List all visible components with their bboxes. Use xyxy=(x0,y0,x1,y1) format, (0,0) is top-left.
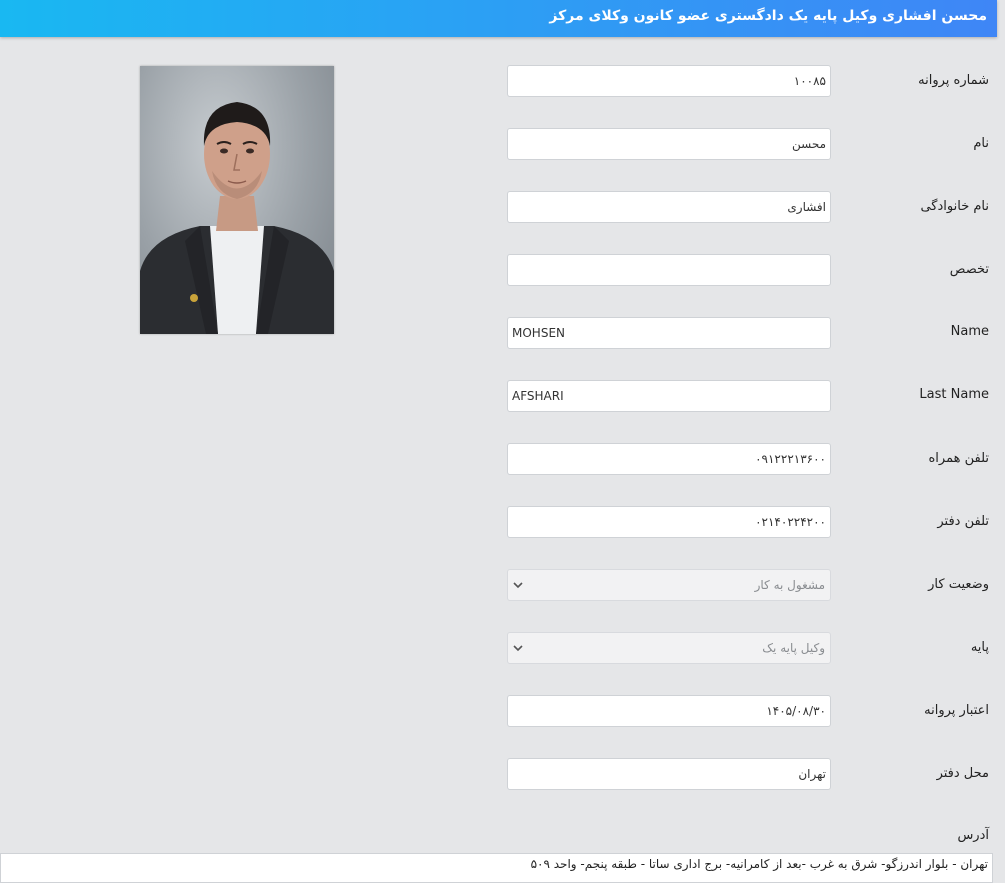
label-work-status: وضعیت کار xyxy=(928,577,989,592)
page-header: محسن افشاری وکیل پایه یک دادگستری عضو کا… xyxy=(0,0,997,37)
chevron-down-icon xyxy=(513,645,523,652)
label-address: آدرس xyxy=(957,828,989,843)
label-specialty: تخصص xyxy=(949,262,989,277)
work-status-select[interactable]: مشغول به کار xyxy=(507,569,831,601)
address-value: تهران - بلوار اندرزگو- شرق به غرب -بعد ا… xyxy=(530,857,988,871)
first-name-field[interactable] xyxy=(507,128,831,160)
label-license-validity: اعتبار پروانه xyxy=(924,703,989,718)
license-number-field[interactable] xyxy=(507,65,831,97)
label-name-en: Name xyxy=(950,324,989,339)
label-license-number: شماره پروانه xyxy=(918,73,989,88)
work-status-value: مشغول به کار xyxy=(754,578,825,592)
last-name-en-field[interactable] xyxy=(507,380,831,412)
label-first-name: نام xyxy=(973,136,989,151)
label-mobile: تلفن همراه xyxy=(928,451,990,466)
last-name-fa-field[interactable] xyxy=(507,191,831,223)
chevron-down-icon xyxy=(513,582,523,589)
header-title: محسن افشاری وکیل پایه یک دادگستری عضو کا… xyxy=(549,8,987,24)
office-phone-field[interactable] xyxy=(507,506,831,538)
grade-select[interactable]: وکیل پایه یک xyxy=(507,632,831,664)
grade-value: وکیل پایه یک xyxy=(762,641,825,655)
lawyer-photo xyxy=(140,66,334,334)
office-location-field[interactable] xyxy=(507,758,831,790)
label-office-location: محل دفتر xyxy=(936,766,989,781)
license-validity-field[interactable] xyxy=(507,695,831,727)
name-en-field[interactable] xyxy=(507,317,831,349)
mobile-field[interactable] xyxy=(507,443,831,475)
label-last-name-en: Last Name xyxy=(919,387,989,402)
specialty-field[interactable] xyxy=(507,254,831,286)
label-office-phone: تلفن دفتر xyxy=(937,514,989,529)
label-grade: پایه xyxy=(970,640,989,655)
label-last-name-fa: نام خانوادگی xyxy=(920,199,989,214)
